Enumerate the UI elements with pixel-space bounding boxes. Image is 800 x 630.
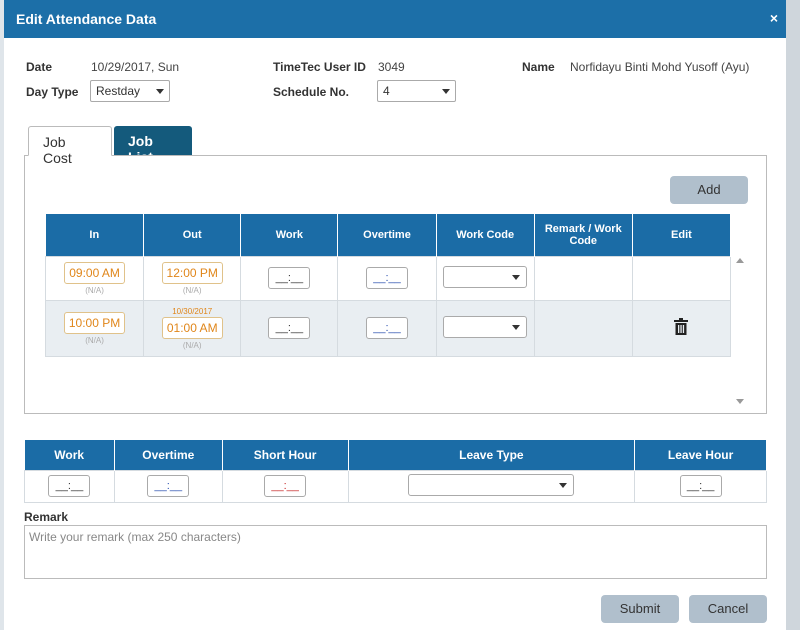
scroll-down-icon[interactable]	[736, 399, 744, 404]
summary-col-work: Work	[24, 440, 115, 470]
caret-down-icon	[559, 482, 568, 488]
col-remark-work-code: Remark / Work Code	[534, 214, 633, 256]
summary-header: Work Overtime Short Hour Leave Type Leav…	[24, 440, 767, 470]
work-code-cell	[435, 255, 535, 301]
schedule-label: Schedule No.	[273, 85, 350, 99]
summary-leave-hour-cell: __:__	[634, 469, 767, 503]
overtime-time-input[interactable]: __:__	[365, 267, 408, 289]
col-overtime: Overtime	[337, 214, 437, 256]
summary-col-leave-hour: Leave Hour	[634, 440, 767, 470]
caret-down-icon	[512, 324, 521, 330]
name-label: Name	[522, 60, 555, 74]
out-cell: 12:00 PM (N/A)	[143, 255, 242, 301]
out-date-label: 10/30/2017	[172, 306, 213, 316]
job-table-scrollbar[interactable]	[733, 256, 747, 404]
page-scrollbar-strip[interactable]	[786, 0, 800, 630]
out-na-label: (N/A)	[182, 285, 202, 295]
cancel-button[interactable]: Cancel	[689, 595, 767, 623]
in-cell: 10:00 PM (N/A)	[44, 299, 145, 357]
schedule-value: 4	[383, 84, 390, 98]
modal-header: Edit Attendance Data ×	[4, 0, 786, 38]
caret-down-icon	[512, 274, 521, 280]
day-type-value: Restday	[96, 84, 141, 98]
add-button[interactable]: Add	[670, 176, 748, 204]
summary-overtime-input[interactable]: __:__	[147, 475, 190, 497]
summary-col-short-hour: Short Hour	[222, 440, 349, 470]
work-code-select[interactable]	[443, 315, 528, 338]
summary-leave-type-cell	[347, 469, 636, 503]
edit-cell	[631, 299, 732, 357]
summary-short-hour-input[interactable]: __:__	[264, 475, 307, 497]
summary-row: __:__ __:__ __:__ __:__	[24, 469, 767, 503]
submit-button[interactable]: Submit	[601, 595, 679, 623]
table-row: 09:00 AM (N/A) 12:00 PM (N/A) __:__ __:_…	[44, 255, 732, 301]
work-code-cell	[435, 299, 535, 357]
remark-cell	[533, 255, 633, 301]
leave-type-select[interactable]	[408, 473, 575, 496]
col-edit: Edit	[632, 214, 732, 256]
tab-job-cost[interactable]: Job Cost	[28, 126, 112, 166]
day-type-label: Day Type	[26, 85, 79, 99]
schedule-select[interactable]: 4	[377, 80, 456, 102]
remark-label: Remark	[24, 510, 69, 524]
caret-down-icon	[442, 89, 450, 94]
remark-cell	[533, 299, 633, 357]
trash-icon[interactable]	[673, 318, 689, 335]
table-row: 10:00 PM (N/A) 10/30/2017 01:00 AM (N/A)…	[44, 299, 732, 357]
date-value: 10/29/2017, Sun	[91, 60, 180, 74]
summary-work-cell: __:__	[24, 469, 115, 503]
job-cost-panel: Add In Out Work Overtime Work Code Remar…	[24, 155, 767, 414]
in-na-label: (N/A)	[85, 285, 104, 295]
in-time-input[interactable]: 10:00 PM	[63, 311, 126, 334]
modal-title: Edit Attendance Data	[16, 11, 157, 27]
out-time-input[interactable]: 12:00 PM	[161, 261, 223, 284]
remark-input[interactable]	[24, 525, 767, 579]
edit-cell	[631, 255, 732, 301]
col-work: Work	[240, 214, 339, 256]
overtime-cell: __:__	[337, 299, 437, 357]
col-work-code: Work Code	[436, 214, 535, 256]
tab-job-list[interactable]: Job List	[114, 126, 192, 165]
summary-short-hour-cell: __:__	[221, 469, 349, 503]
summary-overtime-cell: __:__	[113, 469, 223, 503]
job-table: In Out Work Overtime Work Code Remark / …	[44, 214, 732, 357]
caret-down-icon	[156, 89, 164, 94]
work-cell: __:__	[240, 299, 339, 357]
summary-col-overtime: Overtime	[114, 440, 223, 470]
day-type-select[interactable]: Restday	[90, 80, 170, 102]
name-value: Norfidayu Binti Mohd Yusoff (Ayu)	[570, 60, 750, 74]
in-time-input[interactable]: 09:00 AM	[64, 261, 125, 284]
work-time-input[interactable]: __:__	[268, 317, 311, 339]
work-cell: __:__	[240, 255, 339, 301]
work-code-select[interactable]	[443, 265, 528, 288]
user-id-value: 3049	[378, 60, 405, 74]
user-id-label: TimeTec User ID	[273, 60, 366, 74]
summary-leave-hour-input[interactable]: __:__	[679, 475, 722, 497]
close-icon[interactable]: ×	[770, 10, 778, 26]
out-cell: 10/30/2017 01:00 AM (N/A)	[143, 299, 242, 357]
edit-attendance-modal: Edit Attendance Data × Date 10/29/2017, …	[4, 0, 786, 630]
col-in: In	[45, 214, 145, 256]
scroll-up-icon[interactable]	[736, 258, 744, 263]
work-time-input[interactable]: __:__	[268, 267, 311, 289]
summary-table: Work Overtime Short Hour Leave Type Leav…	[24, 440, 767, 503]
in-cell: 09:00 AM (N/A)	[44, 255, 145, 301]
overtime-cell: __:__	[337, 255, 437, 301]
out-na-label: (N/A)	[182, 340, 202, 350]
job-table-header: In Out Work Overtime Work Code Remark / …	[45, 214, 732, 256]
col-out: Out	[143, 214, 242, 256]
in-na-label: (N/A)	[85, 335, 104, 345]
summary-col-leave-type: Leave Type	[348, 440, 636, 470]
out-time-input[interactable]: 01:00 AM	[161, 316, 223, 339]
summary-work-input[interactable]: __:__	[48, 475, 91, 497]
overtime-time-input[interactable]: __:__	[365, 317, 408, 339]
date-label: Date	[26, 60, 53, 74]
